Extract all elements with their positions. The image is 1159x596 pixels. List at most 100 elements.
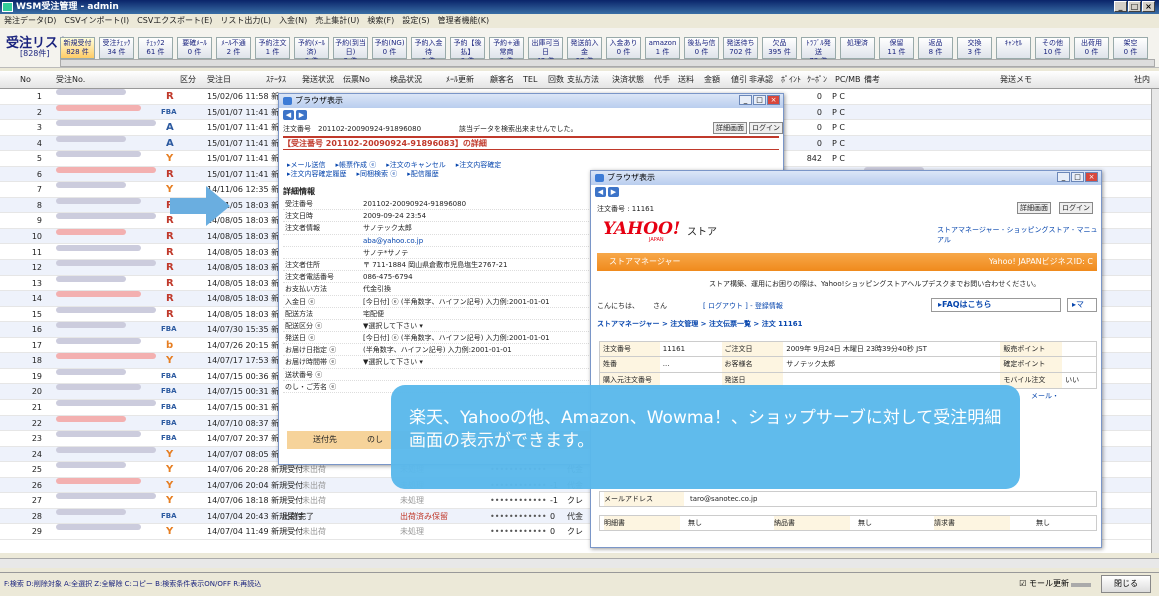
column-header[interactable]: 送料 [678, 71, 694, 89]
link-bundle-search[interactable]: ▸同梱検索 ⓔ [357, 169, 398, 179]
top-links[interactable]: ストアマネージャー - ショッピングストア - マニュアル [937, 225, 1101, 245]
minimize-button[interactable]: _ [1114, 1, 1127, 12]
detail-field-value[interactable]: [今日付] ⓔ (半角数字、ハイフン記号) 入力例:2001-01-01 [363, 332, 550, 344]
popup1-login-button[interactable]: ログイン [749, 122, 783, 134]
status-button[interactable]: 予約(NG) 0 件 [372, 37, 407, 59]
column-header[interactable]: ｸｰﾎﾟﾝ [807, 71, 827, 89]
status-button[interactable]: 返品 8 件 [918, 37, 953, 59]
column-header[interactable]: No [20, 71, 31, 89]
mall-update-checkbox[interactable]: ☑ モール更新 [1019, 573, 1069, 595]
detail-field-value[interactable]: ▼選択して下さい ▾ [363, 356, 423, 368]
column-header[interactable]: TEL [523, 71, 537, 89]
menu-item-csv-export[interactable]: CSVエクスポート(E) [137, 14, 212, 27]
status-button[interactable]: 予約+通常商0 件 [489, 37, 524, 65]
menu-item-sales[interactable]: 売上集計(U) [315, 14, 359, 27]
column-header[interactable]: ﾒｰﾙ更新 [446, 71, 474, 89]
grid-horizontal-scrollbar[interactable] [0, 558, 1159, 568]
grid-vertical-scrollbar[interactable] [1151, 89, 1159, 553]
toolbar-scrollbar[interactable] [60, 59, 1155, 67]
column-header[interactable]: 社内 [1134, 71, 1150, 89]
status-button[interactable]: 予約入金待0 件 [411, 37, 446, 65]
status-button[interactable]: 予約注文 1 件 [255, 37, 290, 59]
column-header[interactable]: 発送状況 [302, 71, 334, 89]
column-header[interactable]: 代手 [654, 71, 670, 89]
status-button[interactable]: 出荷用 0 件 [1074, 37, 1109, 59]
column-header[interactable]: 回数 [548, 71, 564, 89]
status-button[interactable]: ﾁｪｯｸ2 61 件 [138, 37, 173, 59]
link-confirm-order[interactable]: ▸注文内容確定 [456, 160, 502, 170]
column-header[interactable]: 受注日 [207, 71, 231, 89]
status-button[interactable]: 予約(到当日)2 件 [333, 37, 368, 65]
popup1-tab-noshi[interactable]: のし [367, 431, 383, 449]
status-button[interactable]: 予約【後払】0 件 [450, 37, 485, 65]
popup1-close-button[interactable]: × [767, 95, 780, 105]
link-delivery-history[interactable]: ▸配信履歴 [407, 169, 439, 179]
status-button[interactable]: 欠品 395 件 [762, 37, 797, 59]
menu-item-list-output[interactable]: リスト出力(L) [220, 14, 271, 27]
menu-item-admin[interactable]: 管理者機能(K) [438, 14, 490, 27]
column-header[interactable]: 顧客名 [490, 71, 514, 89]
status-button[interactable]: 架空 0 件 [1113, 37, 1148, 59]
faq-button-2[interactable]: ▸マ [1067, 298, 1097, 312]
mail-link[interactable]: メール・ [1031, 391, 1059, 401]
close-button[interactable]: 閉じる [1101, 575, 1151, 593]
forward-arrow-icon[interactable]: ▶ [608, 187, 619, 197]
status-button[interactable]: 発送前入金67 件 [567, 37, 602, 65]
status-button[interactable]: 入金あり 0 件 [606, 37, 641, 59]
menu-item-settings[interactable]: 設定(S) [402, 14, 429, 27]
status-button[interactable]: amazon 1 件 [645, 37, 680, 59]
menu-item-data[interactable]: 発注データ(D) [4, 14, 56, 27]
close-window-button[interactable]: × [1142, 1, 1155, 12]
column-header[interactable]: ｽﾃｰﾀｽ [266, 71, 286, 89]
menu-item-payment[interactable]: 入金(N) [279, 14, 307, 27]
forward-arrow-icon[interactable]: ▶ [296, 110, 307, 120]
column-header[interactable]: 備考 [864, 71, 880, 89]
status-button[interactable]: その他 10 件 [1035, 37, 1070, 59]
popup2-login-button[interactable]: ログイン [1059, 202, 1093, 214]
menu-item-csv-import[interactable]: CSVインポート(I) [64, 14, 129, 27]
column-header[interactable]: 支払方法 [567, 71, 599, 89]
column-header[interactable]: 非承認 [749, 71, 773, 89]
update-slider[interactable] [1071, 583, 1091, 587]
column-header[interactable]: 決済状態 [612, 71, 644, 89]
status-button[interactable]: 処理済 [840, 37, 875, 59]
logout-link[interactable]: [ ログアウト ] - 登録情報 [703, 301, 783, 311]
column-header[interactable]: 受注No. [56, 71, 85, 89]
popup2-detail-button[interactable]: 詳細画面 [1017, 202, 1051, 214]
column-header[interactable]: 金額 [704, 71, 720, 89]
detail-field-value[interactable]: [今日付] ⓔ (半角数字、ハイフン記号) 入力例:2001-01-01 [363, 296, 550, 308]
column-header[interactable]: 発送メモ [1000, 71, 1032, 89]
status-button[interactable]: 受注ﾁｪｯｸ 34 件 [99, 37, 134, 59]
column-header[interactable]: ﾎﾟｲﾝﾄ [781, 71, 801, 89]
status-button[interactable]: 予約(ﾒｰﾙ済)0 件 [294, 37, 329, 65]
status-button[interactable]: 出庫可当日42 件 [528, 37, 563, 65]
popup2-min-button[interactable]: _ [1057, 172, 1070, 182]
status-button[interactable]: ｷｬﾝｾﾙ [996, 37, 1031, 59]
detail-field-value[interactable]: (半角数字、ハイフン記号) 入力例:2001-01-01 [363, 344, 512, 356]
column-header[interactable]: 値引 [731, 71, 747, 89]
popup1-max-button[interactable]: □ [753, 95, 766, 105]
popup2-max-button[interactable]: □ [1071, 172, 1084, 182]
popup1-detail-button[interactable]: 詳細画面 [713, 122, 747, 134]
column-header[interactable]: 検品状況 [390, 71, 422, 89]
status-button[interactable]: 要確ﾒｰﾙ 0 件 [177, 37, 212, 59]
column-header[interactable]: 区分 [180, 71, 196, 89]
status-button[interactable]: ﾄﾗﾌﾞﾙ発送72 件 [801, 37, 836, 65]
maximize-button[interactable]: □ [1128, 1, 1141, 12]
status-button[interactable]: 新規受付 828 件 [60, 37, 95, 59]
popup1-min-button[interactable]: _ [739, 95, 752, 105]
status-button[interactable]: ﾒｰﾙ不通 2 件 [216, 37, 251, 59]
back-arrow-icon[interactable]: ◀ [595, 187, 606, 197]
link-confirm-history[interactable]: ▸注文内容確定履歴 [287, 169, 347, 179]
column-header[interactable]: 伝票No [343, 71, 370, 89]
status-button[interactable]: 保留 11 件 [879, 37, 914, 59]
back-arrow-icon[interactable]: ◀ [283, 110, 294, 120]
status-button[interactable]: 発送待ち 702 件 [723, 37, 758, 59]
popup2-close-button[interactable]: × [1085, 172, 1098, 182]
detail-field-value[interactable]: ▼選択して下さい ▾ [363, 320, 423, 332]
popup1-tab-destination[interactable]: 送付先 [313, 431, 337, 449]
faq-button[interactable]: ▸FAQはこちら [931, 298, 1061, 312]
column-header[interactable]: PC/MB [835, 71, 861, 89]
status-button[interactable]: 交換 3 件 [957, 37, 992, 59]
status-button[interactable]: 後払与信 0 件 [684, 37, 719, 59]
